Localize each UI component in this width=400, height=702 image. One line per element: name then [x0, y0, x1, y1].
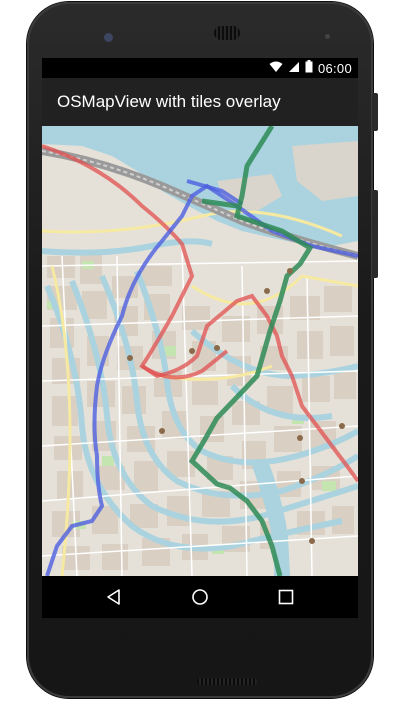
signal-icon	[288, 61, 300, 76]
back-button[interactable]	[84, 576, 144, 618]
app-bar: OSMapView with tiles overlay	[42, 78, 358, 126]
back-icon	[107, 589, 120, 605]
map-view[interactable]	[42, 126, 358, 576]
home-icon	[192, 589, 208, 605]
wifi-icon	[269, 61, 283, 76]
page-title: OSMapView with tiles overlay	[57, 92, 281, 111]
status-bar: 06:00	[42, 58, 358, 78]
recents-button[interactable]	[256, 576, 316, 618]
front-camera	[104, 33, 113, 42]
battery-icon	[305, 60, 313, 76]
status-clock: 06:00	[317, 60, 352, 76]
navigation-bar	[42, 576, 358, 618]
home-button[interactable]	[170, 576, 230, 618]
map-canvas[interactable]	[42, 126, 358, 576]
recents-icon	[278, 589, 294, 605]
earpiece-speaker	[214, 26, 240, 40]
power-button[interactable]	[372, 93, 378, 131]
proximity-sensor	[325, 34, 330, 39]
volume-rocker[interactable]	[372, 190, 378, 278]
device-screen: 06:00 OSMapView with tiles overlay	[42, 58, 358, 618]
bottom-speaker	[197, 678, 257, 685]
